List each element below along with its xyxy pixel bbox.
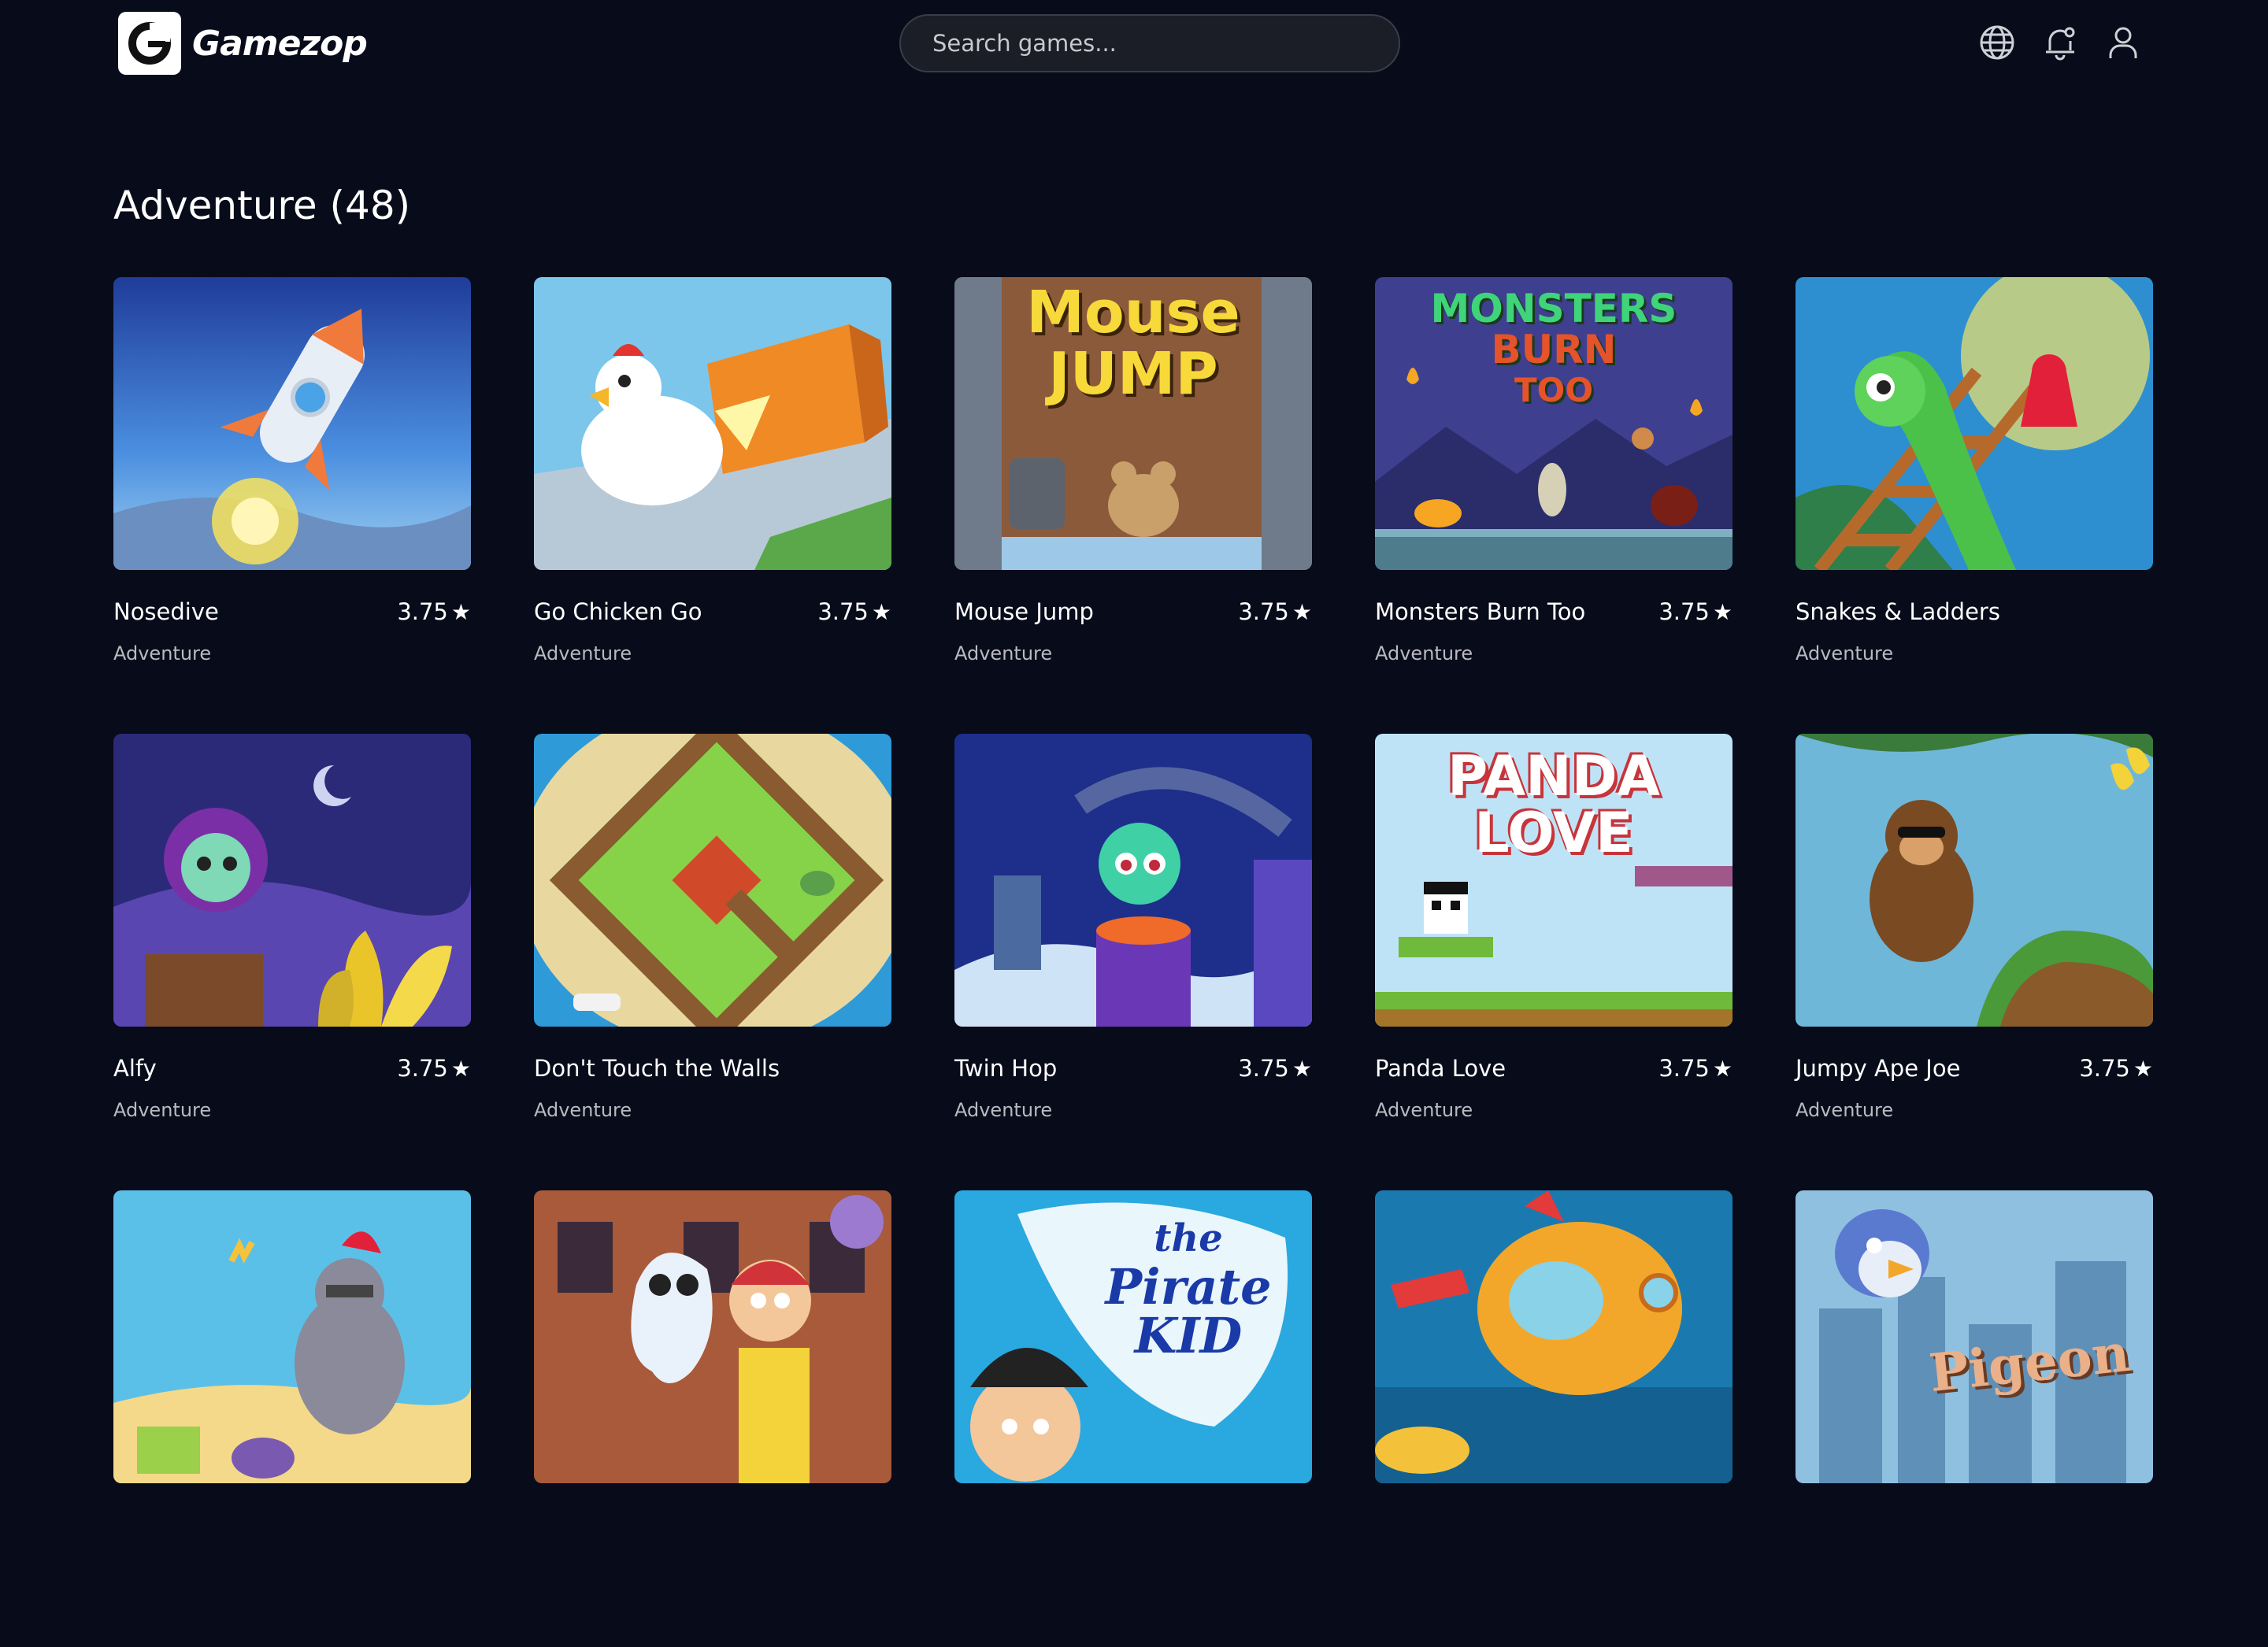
- game-card[interactable]: Pigeon: [1796, 1190, 2153, 1647]
- thumbnail-title-line: the: [1154, 1216, 1223, 1260]
- game-thumbnail[interactable]: [1796, 734, 2153, 1027]
- game-rating: 3.75 ★: [1658, 598, 1732, 625]
- star-icon: ★: [1712, 1055, 1732, 1082]
- game-card-mouse-jump[interactable]: Mouse JUMP Mouse Jump 3.75 ★ Adventure: [954, 277, 1312, 734]
- game-rating: 3.75 ★: [2079, 1055, 2153, 1082]
- game-genre: Adventure: [113, 1099, 212, 1121]
- game-card[interactable]: [113, 1190, 471, 1647]
- game-genre: Adventure: [534, 1099, 632, 1121]
- game-rating: 3.75 ★: [1658, 1055, 1732, 1082]
- rating-value: 3.75: [1238, 598, 1289, 625]
- game-genre: Adventure: [1375, 642, 1473, 664]
- game-name[interactable]: Alfy: [113, 1055, 157, 1082]
- game-name[interactable]: Go Chicken Go: [534, 598, 702, 625]
- game-name[interactable]: Jumpy Ape Joe: [1796, 1055, 1960, 1082]
- star-icon: ★: [1292, 1055, 1312, 1082]
- notification-bell-icon[interactable]: [2040, 22, 2081, 63]
- game-genre: Adventure: [954, 642, 1053, 664]
- thumbnail-title-line: LOVE: [1474, 801, 1633, 865]
- game-thumbnail[interactable]: [113, 734, 471, 1027]
- thumbnail-title: PANDA LOVE: [1375, 748, 1732, 861]
- game-genre: Adventure: [1796, 1099, 1894, 1121]
- gamezop-logo-icon: [118, 12, 181, 75]
- rating-value: 3.75: [1238, 1055, 1289, 1082]
- game-rating: 3.75 ★: [1238, 1055, 1312, 1082]
- game-name[interactable]: Panda Love: [1375, 1055, 1506, 1082]
- game-rating: 3.75 ★: [1238, 598, 1312, 625]
- game-genre: Adventure: [113, 642, 212, 664]
- game-card-go-chicken-go[interactable]: Go Chicken Go 3.75 ★ Adventure: [534, 277, 891, 734]
- game-genre: Adventure: [1796, 642, 1894, 664]
- game-card[interactable]: [1375, 1190, 1732, 1647]
- game-thumbnail[interactable]: [534, 277, 891, 570]
- game-card[interactable]: [534, 1190, 891, 1647]
- page-title: Adventure (48): [113, 183, 411, 228]
- game-thumbnail[interactable]: PANDA LOVE: [1375, 734, 1732, 1027]
- rating-value: 3.75: [397, 598, 448, 625]
- top-header: Gamezop: [0, 0, 2268, 88]
- thumbnail-title: Mouse JUMP: [954, 282, 1312, 405]
- rating-value: 3.75: [817, 598, 869, 625]
- game-thumbnail[interactable]: the Pirate KID: [954, 1190, 1312, 1483]
- logo-text: Gamezop: [192, 23, 368, 64]
- game-thumbnail[interactable]: [534, 1190, 891, 1483]
- user-profile-icon[interactable]: [2103, 22, 2144, 63]
- star-icon: ★: [1292, 598, 1312, 625]
- star-icon: ★: [871, 598, 891, 625]
- game-name[interactable]: Twin Hop: [954, 1055, 1057, 1082]
- rating-value: 3.75: [1658, 1055, 1710, 1082]
- star-icon: ★: [1712, 598, 1732, 625]
- game-thumbnail[interactable]: [1796, 277, 2153, 570]
- game-thumbnail[interactable]: [113, 277, 471, 570]
- game-thumbnail[interactable]: Pigeon: [1796, 1190, 2153, 1483]
- game-rating: 3.75 ★: [397, 1055, 471, 1082]
- thumbnail-title-line: TOO: [1514, 371, 1594, 409]
- thumbnail-title-line: Pirate: [1105, 1258, 1272, 1316]
- search-bar[interactable]: [899, 14, 1400, 72]
- game-genre: Adventure: [534, 642, 632, 664]
- game-thumbnail[interactable]: [1375, 1190, 1732, 1483]
- thumbnail-title-line: JUMP: [1048, 340, 1218, 408]
- game-thumbnail[interactable]: [954, 734, 1312, 1027]
- gamezop-logo[interactable]: Gamezop: [118, 12, 368, 75]
- game-card-alfy[interactable]: Alfy 3.75 ★ Adventure: [113, 734, 471, 1190]
- game-genre: Adventure: [954, 1099, 1053, 1121]
- game-card-twin-hop[interactable]: Twin Hop 3.75 ★ Adventure: [954, 734, 1312, 1190]
- game-thumbnail[interactable]: [113, 1190, 471, 1483]
- game-genre: Adventure: [1375, 1099, 1473, 1121]
- rating-value: 3.75: [397, 1055, 448, 1082]
- game-card-jumpy-ape-joe[interactable]: Jumpy Ape Joe 3.75 ★ Adventure: [1796, 734, 2153, 1190]
- games-grid: Nosedive 3.75★ Adventure Go Chicken Go: [113, 277, 2156, 1647]
- thumbnail-title-line: PANDA: [1447, 744, 1660, 809]
- thumbnail-title-line: KID: [1134, 1307, 1243, 1364]
- game-card-dont-touch-the-walls[interactable]: Don't Touch the Walls Adventure: [534, 734, 891, 1190]
- game-card-nosedive[interactable]: Nosedive 3.75 ★ Adventure: [113, 277, 471, 734]
- rating-value: 3.75: [2079, 1055, 2130, 1082]
- game-name[interactable]: Mouse Jump: [954, 598, 1094, 625]
- thumbnail-title-line: Mouse: [1026, 279, 1240, 346]
- search-input[interactable]: [901, 16, 1399, 71]
- game-thumbnail[interactable]: MONSTERS BURN TOO: [1375, 277, 1732, 570]
- game-name[interactable]: Monsters Burn Too: [1375, 598, 1585, 625]
- game-card-snakes-ladders[interactable]: Snakes & Ladders Adventure: [1796, 277, 2153, 734]
- game-card-panda-love[interactable]: PANDA LOVE Panda Love 3.75 ★ Adventure: [1375, 734, 1732, 1190]
- thumbnail-title: MONSTERS BURN TOO: [1375, 288, 1732, 411]
- game-name[interactable]: Nosedive: [113, 598, 219, 625]
- game-thumbnail[interactable]: Mouse JUMP: [954, 277, 1312, 570]
- game-rating: 3.75 ★: [397, 598, 471, 625]
- game-rating: 3.75 ★: [817, 598, 891, 625]
- rating-value: 3.75: [1658, 598, 1710, 625]
- star-icon: ★: [450, 598, 471, 625]
- star-icon: ★: [450, 1055, 471, 1082]
- game-name[interactable]: Snakes & Ladders: [1796, 598, 2000, 625]
- thumbnail-title-line: BURN: [1491, 327, 1617, 372]
- game-name[interactable]: Don't Touch the Walls: [534, 1055, 780, 1082]
- globe-icon[interactable]: [1977, 22, 2018, 63]
- game-thumbnail[interactable]: [534, 734, 891, 1027]
- game-card-monsters-burn-too[interactable]: MONSTERS BURN TOO Monsters Burn Too 3.75…: [1375, 277, 1732, 734]
- star-icon: ★: [2133, 1055, 2153, 1082]
- game-card[interactable]: the Pirate KID: [954, 1190, 1312, 1647]
- thumbnail-title-line: MONSTERS: [1430, 286, 1677, 331]
- thumbnail-title: the Pirate KID: [1073, 1214, 1304, 1360]
